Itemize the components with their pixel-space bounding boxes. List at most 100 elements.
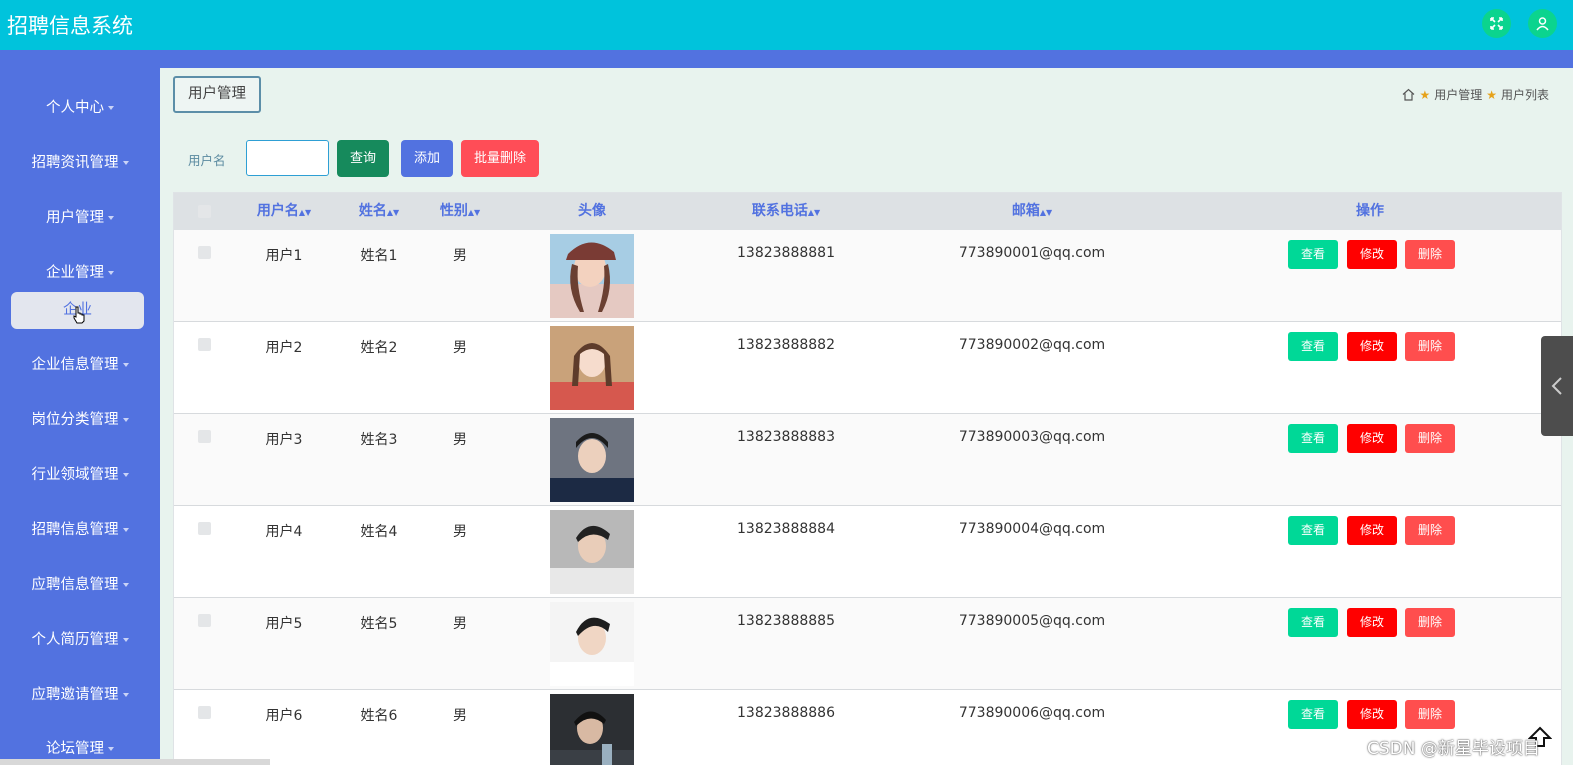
avatar[interactable] bbox=[550, 234, 634, 318]
row-checkbox[interactable] bbox=[198, 614, 211, 627]
star-icon: ★ bbox=[1419, 87, 1431, 102]
sidebar-item-label: 应聘信息管理 bbox=[31, 577, 119, 593]
cell-username: 用户2 bbox=[265, 340, 303, 356]
caret-down-icon bbox=[108, 747, 114, 751]
column-header-username[interactable]: 用户名▲▼ bbox=[257, 193, 311, 230]
sidebar-item-application[interactable]: 应聘信息管理 bbox=[0, 570, 160, 600]
avatar[interactable] bbox=[550, 326, 634, 410]
cell-email: 773890002@qq.com bbox=[958, 337, 1106, 353]
sidebar-item-users[interactable]: 用户管理 bbox=[0, 203, 160, 233]
edit-button[interactable]: 修改 bbox=[1347, 516, 1397, 545]
sidebar-item-enterprise[interactable]: 企业管理 bbox=[0, 258, 160, 288]
column-header-phone[interactable]: 联系电话▲▼ bbox=[752, 193, 820, 230]
table-row: 用户4 姓名4 男 13823888884 773890004@qq.com 查… bbox=[174, 506, 1561, 598]
row-checkbox[interactable] bbox=[198, 430, 211, 443]
cell-username: 用户5 bbox=[265, 616, 303, 632]
row-checkbox[interactable] bbox=[198, 246, 211, 259]
query-button[interactable]: 查询 bbox=[337, 140, 389, 177]
edit-button[interactable]: 修改 bbox=[1347, 608, 1397, 637]
cell-gender: 男 bbox=[453, 708, 467, 724]
table-row: 用户2 姓名2 男 13823888882 773890002@qq.com 查… bbox=[174, 322, 1561, 414]
sidebar-item-recruitment[interactable]: 招聘信息管理 bbox=[0, 515, 160, 545]
caret-down-icon bbox=[108, 216, 114, 220]
view-button[interactable]: 查看 bbox=[1288, 516, 1338, 545]
table-row: 用户5 姓名5 男 13823888885 773890005@qq.com 查… bbox=[174, 598, 1561, 690]
column-header-name[interactable]: 姓名▲▼ bbox=[359, 193, 399, 230]
delete-button[interactable]: 删除 bbox=[1405, 608, 1455, 637]
table-row: 用户1 姓名1 男 13823888881 773890001@qq.com 查… bbox=[174, 230, 1561, 322]
caret-down-icon bbox=[122, 583, 129, 587]
delete-button[interactable]: 删除 bbox=[1405, 240, 1455, 269]
sidebar-item-job-category[interactable]: 岗位分类管理 bbox=[0, 405, 160, 435]
avatar[interactable] bbox=[550, 694, 634, 765]
breadcrumb-item: 用户列表 bbox=[1500, 88, 1549, 102]
page-tab[interactable]: 用户管理 bbox=[173, 76, 261, 113]
avatar[interactable] bbox=[550, 602, 634, 686]
cell-email: 773890005@qq.com bbox=[958, 613, 1106, 629]
edit-button[interactable]: 修改 bbox=[1347, 332, 1397, 361]
view-button[interactable]: 查看 bbox=[1288, 332, 1338, 361]
breadcrumb-item[interactable]: 用户管理 bbox=[1434, 86, 1482, 103]
sidebar-item-invitation[interactable]: 应聘邀请管理 bbox=[0, 680, 160, 710]
row-checkbox[interactable] bbox=[198, 338, 211, 351]
cell-phone: 13823888884 bbox=[737, 521, 835, 537]
view-button[interactable]: 查看 bbox=[1288, 700, 1338, 729]
cell-name: 姓名4 bbox=[360, 524, 398, 540]
sidebar-item-personal-center[interactable]: 个人中心 bbox=[0, 93, 160, 123]
edit-button[interactable]: 修改 bbox=[1347, 424, 1397, 453]
cell-username: 用户6 bbox=[265, 708, 303, 724]
sidebar-item-industry[interactable]: 行业领域管理 bbox=[0, 460, 160, 490]
column-header-email[interactable]: 邮箱▲▼ bbox=[1012, 193, 1052, 230]
add-button[interactable]: 添加 bbox=[401, 140, 453, 177]
watermark: CSDN @新星毕设项目 bbox=[1367, 739, 1540, 759]
edit-button[interactable]: 修改 bbox=[1347, 700, 1397, 729]
header-subbar bbox=[0, 50, 1573, 68]
cell-gender: 男 bbox=[453, 524, 467, 540]
fullscreen-button[interactable] bbox=[1482, 9, 1511, 38]
cell-email: 773890001@qq.com bbox=[958, 245, 1106, 261]
sort-icon: ▲▼ bbox=[298, 208, 312, 217]
edit-button[interactable]: 修改 bbox=[1347, 240, 1397, 269]
search-label: 用户名 bbox=[188, 153, 226, 168]
caret-down-icon bbox=[122, 528, 129, 532]
delete-button[interactable]: 删除 bbox=[1405, 424, 1455, 453]
sidebar-item-resume[interactable]: 个人简历管理 bbox=[0, 625, 160, 655]
caret-down-icon bbox=[122, 473, 129, 477]
sidebar-item-label: 个人中心 bbox=[46, 100, 104, 116]
table-header: 用户名▲▼ 姓名▲▼ 性别▲▼ 头像 联系电话▲▼ 邮箱▲▼ 操作 bbox=[174, 193, 1561, 230]
cell-name: 姓名6 bbox=[360, 708, 398, 724]
batch-delete-button[interactable]: 批量删除 bbox=[461, 140, 539, 177]
fullscreen-icon bbox=[1490, 17, 1503, 30]
sidebar-item-label: 岗位分类管理 bbox=[31, 412, 119, 428]
cell-email: 773890006@qq.com bbox=[958, 705, 1106, 721]
view-button[interactable]: 查看 bbox=[1288, 240, 1338, 269]
delete-button[interactable]: 删除 bbox=[1405, 516, 1455, 545]
user-button[interactable] bbox=[1528, 9, 1557, 38]
view-button[interactable]: 查看 bbox=[1288, 424, 1338, 453]
view-button[interactable]: 查看 bbox=[1288, 608, 1338, 637]
breadcrumb: ★ 用户管理 ★ 用户列表 bbox=[1402, 86, 1549, 103]
table-row: 用户3 姓名3 男 13823888883 773890003@qq.com 查… bbox=[174, 414, 1561, 506]
select-all-checkbox[interactable] bbox=[198, 205, 211, 218]
column-label: 姓名 bbox=[358, 203, 387, 219]
row-checkbox[interactable] bbox=[198, 706, 211, 719]
row-checkbox[interactable] bbox=[198, 522, 211, 535]
avatar[interactable] bbox=[550, 510, 634, 594]
username-search-input[interactable] bbox=[246, 140, 329, 176]
collapse-panel-tab[interactable] bbox=[1541, 336, 1573, 436]
cell-phone: 13823888885 bbox=[737, 613, 835, 629]
avatar[interactable] bbox=[550, 418, 634, 502]
sort-icon: ▲▼ bbox=[467, 208, 481, 217]
delete-button[interactable]: 删除 bbox=[1405, 332, 1455, 361]
sidebar-item-enterprise-info[interactable]: 企业信息管理 bbox=[0, 350, 160, 380]
column-header-gender[interactable]: 性别▲▼ bbox=[440, 193, 480, 230]
delete-button[interactable]: 删除 bbox=[1405, 700, 1455, 729]
sidebar-item-label: 企业信息管理 bbox=[31, 357, 119, 373]
sidebar-item-news[interactable]: 招聘资讯管理 bbox=[0, 148, 160, 178]
main-content: 用户管理 ★ 用户管理 ★ 用户列表 用户名 查询 添加 批量删除 用户名▲▼ … bbox=[160, 68, 1573, 765]
cell-gender: 男 bbox=[453, 248, 467, 264]
home-icon[interactable] bbox=[1402, 88, 1415, 101]
cell-email: 773890003@qq.com bbox=[958, 429, 1106, 445]
sidebar: 个人中心 招聘资讯管理 用户管理 企业管理 企业 企业信息管理 岗位分类管理 行… bbox=[0, 68, 160, 765]
sidebar-item-label: 招聘资讯管理 bbox=[31, 155, 119, 171]
